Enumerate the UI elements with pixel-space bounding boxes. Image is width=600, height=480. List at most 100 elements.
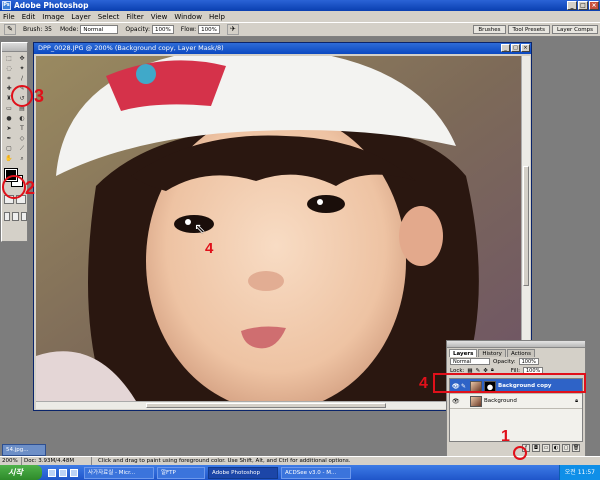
vertical-scroll-thumb[interactable] [523, 166, 529, 286]
screen-mode-buttons [4, 212, 27, 221]
menu-help[interactable]: Help [209, 13, 225, 21]
menu-file[interactable]: File [3, 13, 15, 21]
flow-field[interactable]: 100% [198, 25, 220, 34]
eyedropper-tool-icon[interactable]: ⟋ [16, 144, 28, 153]
menu-filter[interactable]: Filter [126, 13, 143, 21]
layer-lock-icon: 🔒︎ [575, 397, 578, 404]
quicklaunch-media-icon[interactable] [70, 468, 78, 477]
task-button-acdsee[interactable]: ACDSee v3.0 - M... [281, 466, 351, 479]
status-zoom[interactable]: 200% [0, 457, 22, 465]
doc-minimize-icon[interactable]: _ [501, 44, 510, 52]
doc-maximize-icon[interactable]: □ [511, 44, 520, 52]
layer-opacity-field[interactable]: 100% [518, 358, 539, 365]
visibility-eye-icon[interactable]: 👁︎ [452, 398, 460, 405]
new-set-icon[interactable]: ▭ [542, 444, 550, 452]
layers-blend-row: Normal Opacity: 100% [447, 357, 585, 366]
task-button-photoshop[interactable]: Adobe Photoshop [208, 466, 278, 479]
shape-tool-icon[interactable]: ◇ [16, 134, 28, 143]
tab-history[interactable]: History [478, 349, 506, 357]
tab-actions[interactable]: Actions [506, 349, 536, 357]
toolbox: ⬚ ✥ ◌ ✦ ⌗ ∕ ✚ ✎ ♜ ↺ ▭ ▤ ● ◐ ➤ T ✒ ◇ ▢ ⟋ … [1, 42, 28, 242]
layer-opacity-label: Opacity: [493, 358, 516, 365]
status-hint: Click and drag to paint using foreground… [98, 458, 351, 464]
status-bar: 200% Doc: 3.93M/4.48M Click and drag to … [0, 456, 600, 465]
document-title: DPP_0028.JPG @ 200% (Background copy, La… [38, 44, 224, 52]
palette-well-layer-comps[interactable]: Layer Comps [551, 25, 598, 34]
slice-tool-icon[interactable]: ∕ [16, 74, 28, 83]
blur-tool-icon[interactable]: ● [3, 114, 15, 123]
task-button-ftp[interactable]: 알FTP [157, 466, 205, 479]
full-screen-menu-icon[interactable] [12, 212, 19, 221]
add-layer-mask-icon[interactable]: ◘ [532, 444, 540, 452]
annotation-number-2: 2 [25, 178, 36, 198]
layers-palette-header[interactable] [447, 341, 585, 348]
pen-tool-icon[interactable]: ✒ [3, 134, 15, 143]
task-button-explorer[interactable]: 사가자료실 - Micr... [84, 466, 154, 479]
flow-label: Flow: [180, 26, 197, 33]
path-selection-tool-icon[interactable]: ➤ [3, 124, 15, 133]
move-tool-icon[interactable]: ✥ [16, 54, 28, 63]
brush-size[interactable]: 35 [44, 26, 52, 33]
marquee-tool-icon[interactable]: ⬚ [3, 54, 15, 63]
zoom-tool-icon[interactable]: ⌕ [16, 154, 28, 163]
mode-select[interactable]: Normal [80, 25, 119, 34]
minimized-document[interactable]: 54.jpg... [2, 444, 46, 456]
type-tool-icon[interactable]: T [16, 124, 28, 133]
adjustment-layer-icon[interactable]: ◐ [552, 444, 560, 452]
notes-tool-icon[interactable]: ▢ [3, 144, 15, 153]
start-button[interactable]: 시작 [0, 465, 42, 480]
layer-thumbnail [470, 395, 482, 407]
layers-palette: Layers History Actions Normal Opacity: 1… [446, 340, 586, 457]
layer-row-background[interactable]: 👁︎ Background 🔒︎ [450, 394, 582, 409]
toolbox-header[interactable] [2, 43, 27, 52]
eraser-tool-icon[interactable]: ▭ [3, 104, 15, 113]
doc-close-icon[interactable]: × [521, 44, 530, 52]
delete-layer-icon[interactable]: 🗑︎ [572, 444, 580, 452]
tab-layers[interactable]: Layers [449, 349, 478, 357]
full-screen-icon[interactable] [20, 212, 27, 221]
standard-screen-icon[interactable] [4, 212, 11, 221]
lasso-tool-icon[interactable]: ◌ [3, 64, 15, 73]
app-title-bar: Ps Adobe Photoshop _ □ × [0, 0, 600, 11]
status-doc-size[interactable]: Doc: 3.93M/4.48M [22, 457, 92, 465]
palette-well-brushes[interactable]: Brushes [473, 25, 506, 34]
palette-well: Brushes Tool Presets Layer Comps [473, 25, 598, 34]
minimize-icon[interactable]: _ [567, 1, 577, 10]
maximize-icon[interactable]: □ [578, 1, 588, 10]
hand-tool-icon[interactable]: ✋ [3, 154, 15, 163]
dodge-tool-icon[interactable]: ◐ [16, 114, 28, 123]
app-title: Adobe Photoshop [14, 1, 89, 10]
menu-view[interactable]: View [151, 13, 168, 21]
horizontal-scroll-thumb[interactable] [146, 403, 386, 408]
mode-label: Mode: [59, 26, 79, 33]
airbrush-icon[interactable]: ✈ [226, 24, 239, 35]
annotation-number-3: 3 [34, 86, 45, 106]
annotation-number-1: 1 [501, 428, 510, 445]
system-tray-clock[interactable]: 오전 11:57 [558, 465, 600, 480]
annotation-number-4-canvas: 4 [205, 240, 214, 257]
window-controls: _ □ × [567, 1, 599, 10]
opacity-field[interactable]: 100% [152, 25, 174, 34]
blend-mode-select[interactable]: Normal [450, 358, 490, 365]
menu-select[interactable]: Select [98, 13, 120, 21]
quicklaunch-desktop-icon[interactable] [59, 468, 67, 477]
crop-tool-icon[interactable]: ⌗ [3, 74, 15, 83]
menu-layer[interactable]: Layer [71, 13, 91, 21]
tool-grid: ⬚ ✥ ◌ ✦ ⌗ ∕ ✚ ✎ ♜ ↺ ▭ ▤ ● ◐ ➤ T ✒ ◇ ▢ ⟋ … [2, 52, 27, 165]
magic-wand-tool-icon[interactable]: ✦ [16, 64, 28, 73]
brush-label: Brush: [23, 26, 43, 33]
menu-image[interactable]: Image [42, 13, 64, 21]
brush-tool-preset-icon[interactable]: ✎ [4, 24, 16, 35]
photoshop-icon: Ps [2, 1, 11, 10]
annotation-circle-add-mask [513, 446, 527, 460]
palette-well-tool-presets[interactable]: Tool Presets [507, 25, 550, 34]
quicklaunch-browser-icon[interactable] [48, 468, 56, 477]
annotation-circle-foreground-color [2, 175, 26, 199]
document-title-bar[interactable]: DPP_0028.JPG @ 200% (Background copy, La… [34, 43, 531, 54]
new-layer-icon[interactable]: ▢ [562, 444, 570, 452]
menu-window[interactable]: Window [174, 13, 202, 21]
close-icon[interactable]: × [589, 1, 599, 10]
menu-edit[interactable]: Edit [22, 13, 36, 21]
taskbar: 시작 사가자료실 - Micr... 알FTP Adobe Photoshop … [0, 465, 600, 480]
menu-bar: File Edit Image Layer Select Filter View… [0, 11, 600, 22]
